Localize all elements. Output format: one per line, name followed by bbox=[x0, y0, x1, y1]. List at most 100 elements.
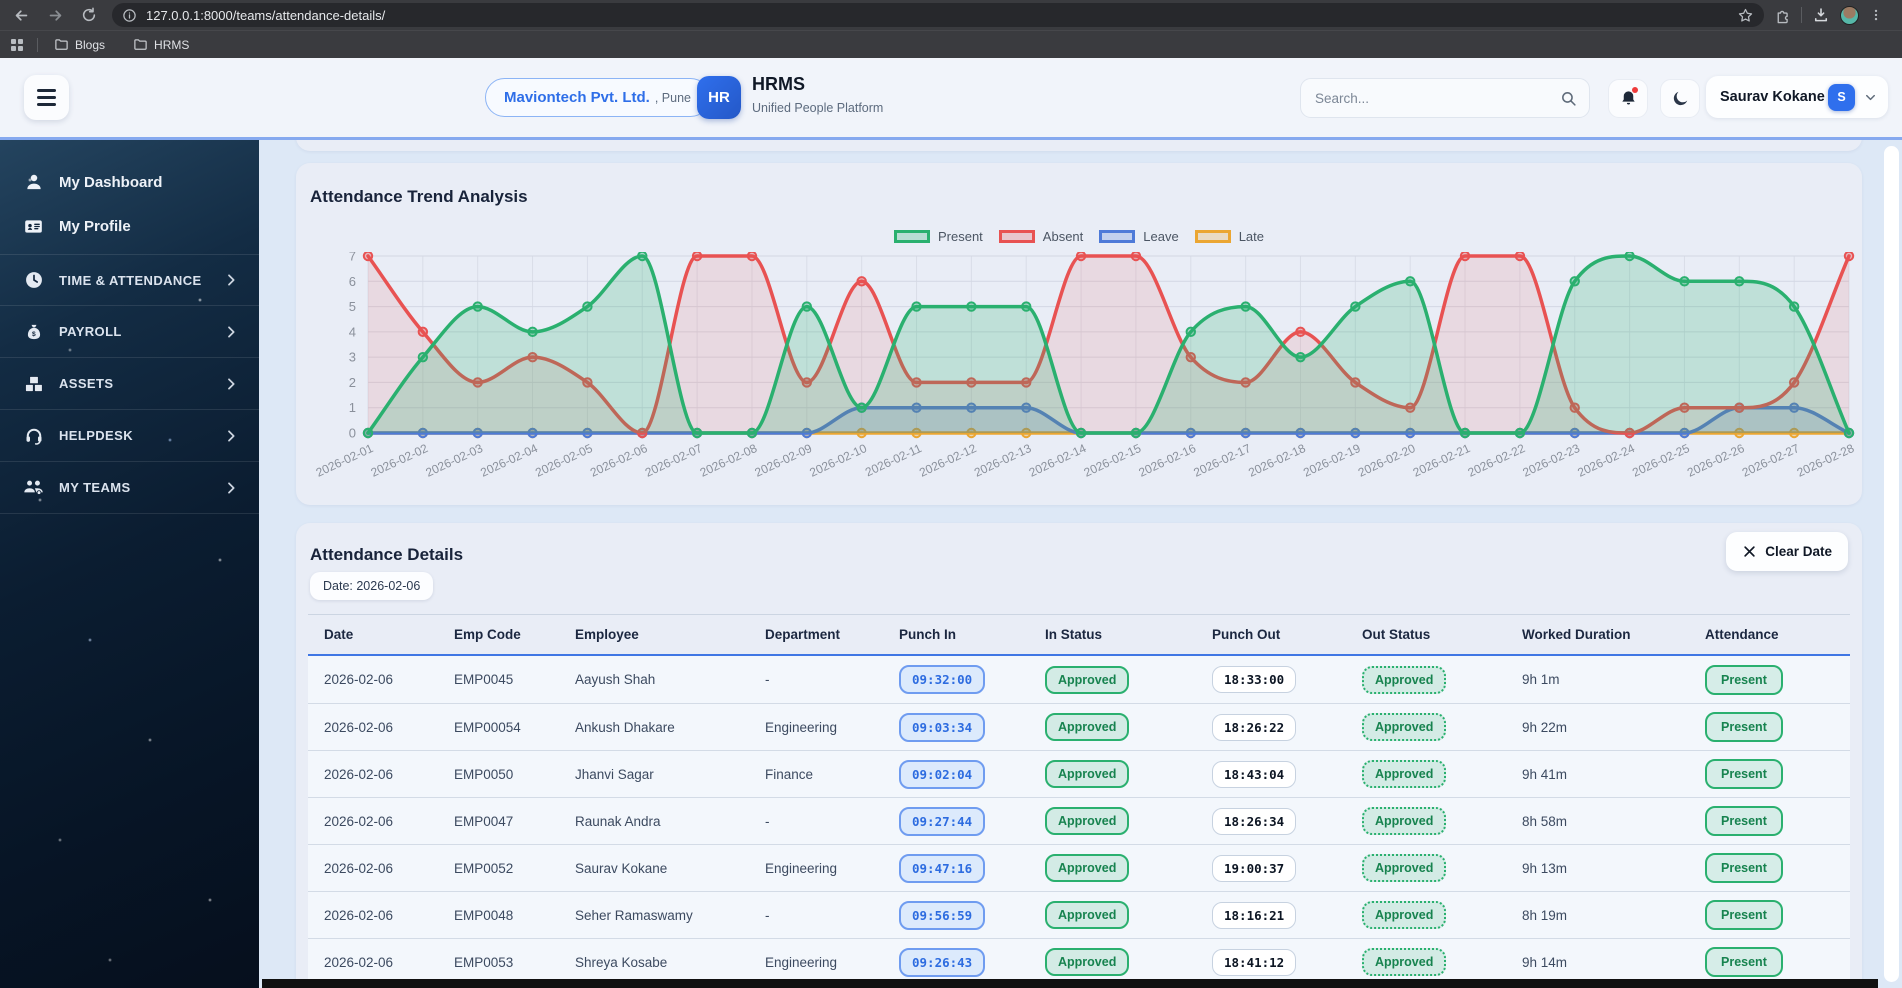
chevron-right-icon bbox=[223, 376, 239, 392]
attendance-details-card: Attendance Details Clear Date Date: 2026… bbox=[296, 523, 1862, 988]
search-box bbox=[1300, 78, 1590, 118]
legend-item-late[interactable]: Late bbox=[1194, 229, 1264, 244]
cell-department: Engineering bbox=[765, 860, 838, 876]
legend-item-present[interactable]: Present bbox=[893, 229, 983, 244]
cell-date: 2026-02-06 bbox=[324, 813, 394, 829]
table-row: 2026-02-06 EMP0048 Seher Ramaswamy - 09:56:5… bbox=[308, 891, 1850, 938]
bookmark-folder-blogs[interactable]: Blogs bbox=[50, 34, 109, 55]
dark-mode-button[interactable] bbox=[1660, 79, 1700, 118]
sidebar-item-label: My Dashboard bbox=[59, 173, 163, 191]
forward-icon[interactable] bbox=[42, 2, 68, 28]
cell-punch-out: 18:26:22 bbox=[1196, 713, 1346, 741]
sidebar-item-label: TIME & ATTENDANCE bbox=[59, 272, 202, 288]
sidebar-item-my-profile[interactable]: My Profile bbox=[0, 204, 259, 248]
cell-in-status: Approved bbox=[1029, 713, 1196, 741]
legend-swatch bbox=[998, 230, 1035, 243]
cell-attendance: Present bbox=[1689, 712, 1850, 742]
svg-text:0: 0 bbox=[349, 426, 356, 441]
out-status-badge: Approved bbox=[1362, 713, 1447, 741]
extensions-icon[interactable] bbox=[1774, 7, 1791, 24]
svg-text:2026-02-08: 2026-02-08 bbox=[698, 441, 760, 480]
close-icon bbox=[1744, 546, 1755, 557]
legend-swatch bbox=[1099, 230, 1136, 243]
sidebar-item-my-teams[interactable]: MY TEAMS bbox=[0, 462, 259, 514]
svg-text:2026-02-03: 2026-02-03 bbox=[423, 441, 485, 480]
cell-date: 2026-02-06 bbox=[324, 766, 394, 782]
back-icon[interactable] bbox=[8, 2, 34, 28]
app-tagline: Unified People Platform bbox=[752, 101, 884, 115]
svg-text:2026-02-17: 2026-02-17 bbox=[1191, 441, 1253, 480]
sidebar-item-assets[interactable]: ASSETS bbox=[0, 358, 259, 410]
notification-dot bbox=[1632, 87, 1638, 93]
cell-emp-code: EMP0052 bbox=[454, 860, 514, 876]
table-row: 2026-02-06 EMP0053 Shreya Kosabe Engineerin… bbox=[308, 938, 1850, 985]
cell-worked-duration: 9h 13m bbox=[1522, 860, 1568, 876]
cell-employee: Raunak Andra bbox=[575, 813, 661, 829]
cell-punch-out: 18:26:34 bbox=[1196, 807, 1346, 835]
bookmark-label: Blogs bbox=[75, 37, 106, 52]
out-status-badge: Approved bbox=[1362, 760, 1447, 788]
sidebar-item-time-attendance[interactable]: TIME & ATTENDANCE bbox=[0, 254, 259, 306]
cell-worked-duration: 9h 1m bbox=[1522, 672, 1560, 687]
sidebar-toggle-button[interactable] bbox=[24, 75, 69, 120]
cell-in-status: Approved bbox=[1029, 760, 1196, 788]
notifications-button[interactable] bbox=[1608, 79, 1648, 118]
bookmark-star-icon[interactable] bbox=[1737, 7, 1754, 24]
user-menu[interactable]: Saurav Kokane S bbox=[1706, 76, 1888, 118]
previous-card-fragment bbox=[296, 140, 1862, 151]
company-badge[interactable]: Maviontech Pvt. Ltd. , Pune bbox=[485, 78, 710, 117]
punch-out-badge: 19:00:37 bbox=[1212, 854, 1297, 882]
search-icon[interactable] bbox=[1560, 90, 1577, 107]
attendance-badge: Present bbox=[1705, 947, 1783, 977]
svg-text:2026-02-28: 2026-02-28 bbox=[1795, 441, 1857, 480]
svg-text:2026-02-16: 2026-02-16 bbox=[1136, 441, 1198, 480]
url-bar[interactable]: 127.0.0.1:8000/teams/attendance-details/ bbox=[112, 3, 1764, 27]
bookmark-folder-hrms[interactable]: HRMS bbox=[129, 34, 193, 55]
svg-text:2026-02-12: 2026-02-12 bbox=[917, 441, 979, 480]
apps-grid-icon[interactable] bbox=[11, 38, 23, 51]
bottom-edge bbox=[262, 979, 1878, 988]
chrome-divider bbox=[1801, 7, 1802, 23]
chrome-menu-icon[interactable] bbox=[1869, 7, 1883, 23]
svg-text:2026-02-06: 2026-02-06 bbox=[588, 441, 650, 480]
legend-item-leave[interactable]: Leave bbox=[1099, 229, 1179, 244]
headset-icon bbox=[23, 425, 44, 446]
column-header-punch-out: Punch Out bbox=[1212, 627, 1281, 642]
cell-emp-code: EMP0053 bbox=[454, 954, 514, 970]
page-scrollbar[interactable] bbox=[1884, 146, 1899, 982]
sidebar-item-payroll[interactable]: $ PAYROLL bbox=[0, 306, 259, 358]
clear-date-button[interactable]: Clear Date bbox=[1726, 532, 1848, 571]
attendance-trend-card: Attendance Trend Analysis Present Absent L… bbox=[296, 163, 1862, 505]
svg-text:4: 4 bbox=[349, 324, 356, 339]
site-info-icon[interactable] bbox=[122, 8, 137, 23]
punch-out-badge: 18:26:34 bbox=[1212, 807, 1297, 835]
cell-employee: Aayush Shah bbox=[575, 672, 656, 687]
in-status-badge: Approved bbox=[1045, 948, 1130, 976]
url-text: 127.0.0.1:8000/teams/attendance-details/ bbox=[146, 7, 386, 23]
download-icon[interactable] bbox=[1812, 6, 1830, 24]
punch-in-badge: 09:03:34 bbox=[899, 712, 986, 742]
cell-attendance: Present bbox=[1689, 853, 1850, 883]
browser-profile-avatar[interactable] bbox=[1840, 5, 1859, 25]
legend-item-absent[interactable]: Absent bbox=[998, 229, 1083, 244]
sidebar-item-my-dashboard[interactable]: My Dashboard bbox=[0, 160, 259, 204]
legend-swatch bbox=[1194, 230, 1231, 243]
cell-emp-code: EMP00054 bbox=[454, 719, 521, 735]
search-input[interactable] bbox=[1301, 90, 1560, 106]
sidebar-item-helpdesk[interactable]: HELPDESK bbox=[0, 410, 259, 462]
attendance-trend-chart[interactable]: 012345672026-02-012026-02-022026-02-0320… bbox=[296, 252, 1862, 497]
user-name: Saurav Kokane bbox=[1720, 89, 1825, 105]
column-header-out-status: Out Status bbox=[1362, 627, 1431, 642]
out-status-badge: Approved bbox=[1362, 807, 1447, 835]
table-row: 2026-02-06 EMP0050 Jhanvi Sagar Finance 09:0… bbox=[308, 750, 1850, 797]
svg-text:2026-02-26: 2026-02-26 bbox=[1685, 441, 1747, 480]
cell-employee: Saurav Kokane bbox=[575, 860, 668, 876]
chevron-right-icon bbox=[223, 428, 239, 444]
attendance-badge: Present bbox=[1705, 806, 1783, 836]
cell-out-status: Approved bbox=[1346, 854, 1506, 882]
browser-chrome: 127.0.0.1:8000/teams/attendance-details/ bbox=[0, 0, 1902, 30]
column-header-worked-duration: Worked Duration bbox=[1522, 627, 1631, 642]
cell-department: Engineering bbox=[765, 954, 838, 970]
cell-punch-in: 09:02:04 bbox=[883, 759, 1029, 789]
reload-icon[interactable] bbox=[76, 2, 102, 28]
